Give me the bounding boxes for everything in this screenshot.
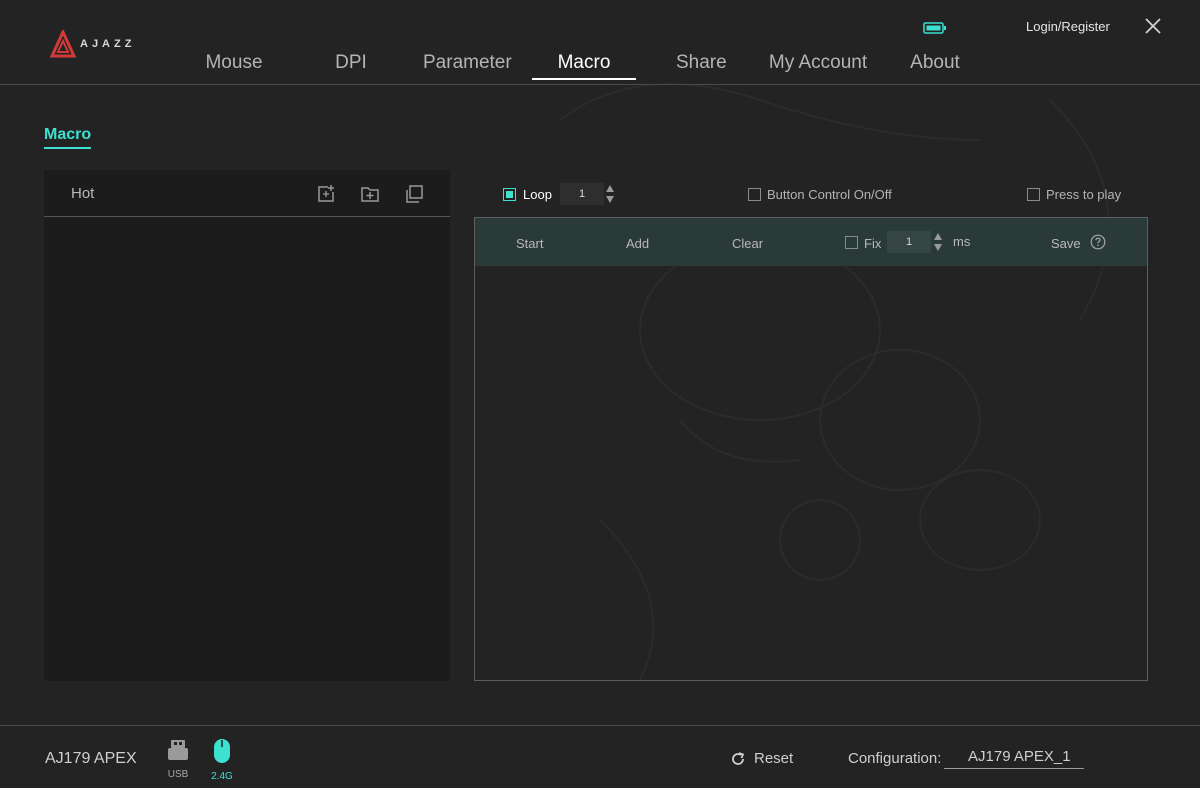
- fix-checkbox[interactable]: [845, 236, 858, 249]
- login-register-link[interactable]: Login/Register: [1026, 19, 1110, 34]
- loop-checkbox[interactable]: [503, 188, 516, 201]
- macro-editor[interactable]: Start Add Clear Fix 1 ms Save: [474, 217, 1148, 681]
- tab-share[interactable]: Share: [676, 52, 727, 78]
- brand-logo: AJAZZ: [50, 30, 135, 58]
- tab-macro[interactable]: Macro: [532, 52, 636, 80]
- refresh-icon: [732, 751, 745, 765]
- usb-mode[interactable]: USB: [163, 738, 193, 780]
- ajazz-logo-icon: [50, 30, 76, 58]
- macro-list-title: Hot: [71, 185, 95, 202]
- save-button[interactable]: Save: [1051, 236, 1081, 251]
- usb-icon: [168, 740, 188, 760]
- configuration-label: Configuration:: [848, 750, 942, 767]
- mouse-icon: [214, 739, 230, 763]
- top-bar: AJAZZ Mouse DPI Parameter Macro Share My…: [0, 0, 1200, 85]
- configuration-select[interactable]: AJ179 APEX_1: [944, 748, 1084, 769]
- press-to-play-label: Press to play: [1046, 187, 1122, 202]
- tab-parameter[interactable]: Parameter: [423, 52, 512, 78]
- close-icon[interactable]: [1144, 17, 1162, 35]
- reset-label: Reset: [754, 750, 794, 767]
- help-icon[interactable]: [1090, 234, 1106, 250]
- add-folder-icon[interactable]: [360, 184, 380, 204]
- status-bar: AJ179 APEX USB 2.4G Reset Configuration:…: [0, 725, 1200, 788]
- macro-list-header: Hot: [44, 170, 450, 217]
- wireless-label: 2.4G: [211, 771, 233, 782]
- loop-count-stepper[interactable]: [605, 183, 615, 205]
- increment-arrow-icon[interactable]: [934, 233, 942, 240]
- reset-button[interactable]: Reset: [730, 750, 793, 767]
- fix-delay-stepper[interactable]: [933, 231, 943, 253]
- start-button[interactable]: Start: [516, 236, 543, 251]
- device-name: AJ179 APEX: [45, 750, 137, 767]
- section-title[interactable]: Macro: [44, 126, 92, 149]
- delay-unit-label: ms: [953, 234, 971, 249]
- tab-about[interactable]: About: [908, 52, 962, 78]
- copy-icon[interactable]: [404, 184, 424, 204]
- battery-icon: [923, 22, 946, 34]
- decrement-arrow-icon[interactable]: [606, 196, 614, 203]
- fix-label: Fix: [864, 236, 882, 251]
- macro-list-panel: Hot: [44, 170, 450, 681]
- clear-button[interactable]: Clear: [732, 236, 763, 251]
- tab-my-account[interactable]: My Account: [766, 52, 870, 78]
- increment-arrow-icon[interactable]: [606, 185, 614, 192]
- add-button[interactable]: Add: [626, 236, 649, 251]
- usb-label: USB: [167, 769, 189, 780]
- loop-count-input[interactable]: 1: [560, 183, 604, 205]
- tab-mouse[interactable]: Mouse: [204, 52, 264, 78]
- press-to-play-checkbox[interactable]: [1027, 188, 1040, 201]
- button-control-label: Button Control On/Off: [767, 187, 892, 202]
- decrement-arrow-icon[interactable]: [934, 244, 942, 251]
- add-macro-icon[interactable]: [316, 184, 336, 204]
- fix-delay-input[interactable]: 1: [887, 231, 931, 253]
- loop-label: Loop: [523, 187, 552, 202]
- button-control-checkbox[interactable]: [748, 188, 761, 201]
- editor-toolbar: Start Add Clear Fix 1 ms Save: [475, 218, 1147, 266]
- tab-dpi[interactable]: DPI: [335, 52, 367, 78]
- brand-name: AJAZZ: [80, 38, 136, 50]
- wireless-mode[interactable]: 2.4G: [207, 738, 237, 782]
